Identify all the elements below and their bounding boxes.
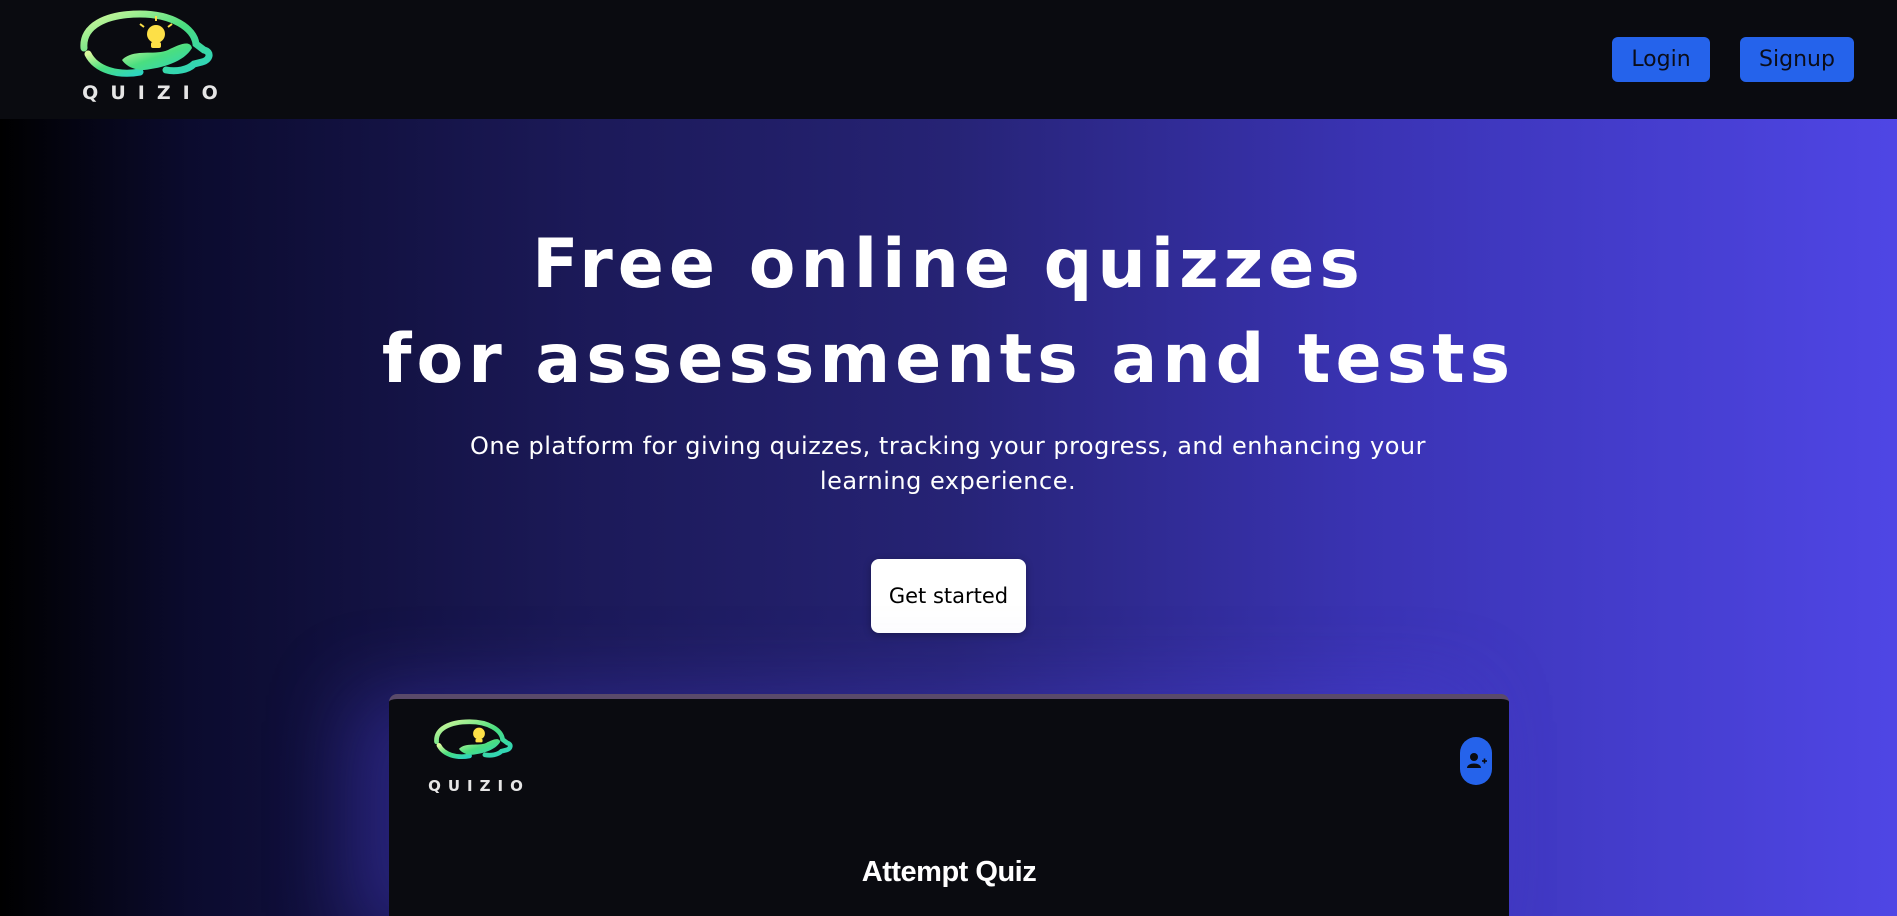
hero-title-line-2: for assessments and tests xyxy=(381,320,1516,399)
preview-logo: QUIZIO xyxy=(413,711,545,801)
preview-logo-wordmark: QUIZIO xyxy=(428,777,530,795)
signup-button[interactable]: Signup xyxy=(1740,37,1854,82)
logo-wordmark: QUIZIO xyxy=(82,82,230,104)
brain-lightbulb-icon xyxy=(80,10,213,77)
login-button[interactable]: Login xyxy=(1612,37,1710,82)
get-started-button[interactable]: Get started xyxy=(871,559,1026,633)
hero-section: Free online quizzes for assessments and … xyxy=(0,119,1897,916)
add-user-button[interactable] xyxy=(1460,737,1492,785)
top-navbar: QUIZIO Login Signup xyxy=(0,0,1897,119)
app-preview-card: QUIZIO Attempt Quiz xyxy=(389,694,1509,916)
brain-lightbulb-icon xyxy=(434,719,513,759)
add-user-icon xyxy=(1467,753,1487,768)
quizio-logo[interactable]: QUIZIO xyxy=(44,10,268,104)
hero-subtitle: One platform for giving quizzes, trackin… xyxy=(470,432,1426,495)
attempt-quiz-heading: Attempt Quiz xyxy=(861,856,1037,888)
hero-title-line-1: Free online quizzes xyxy=(532,225,1365,304)
